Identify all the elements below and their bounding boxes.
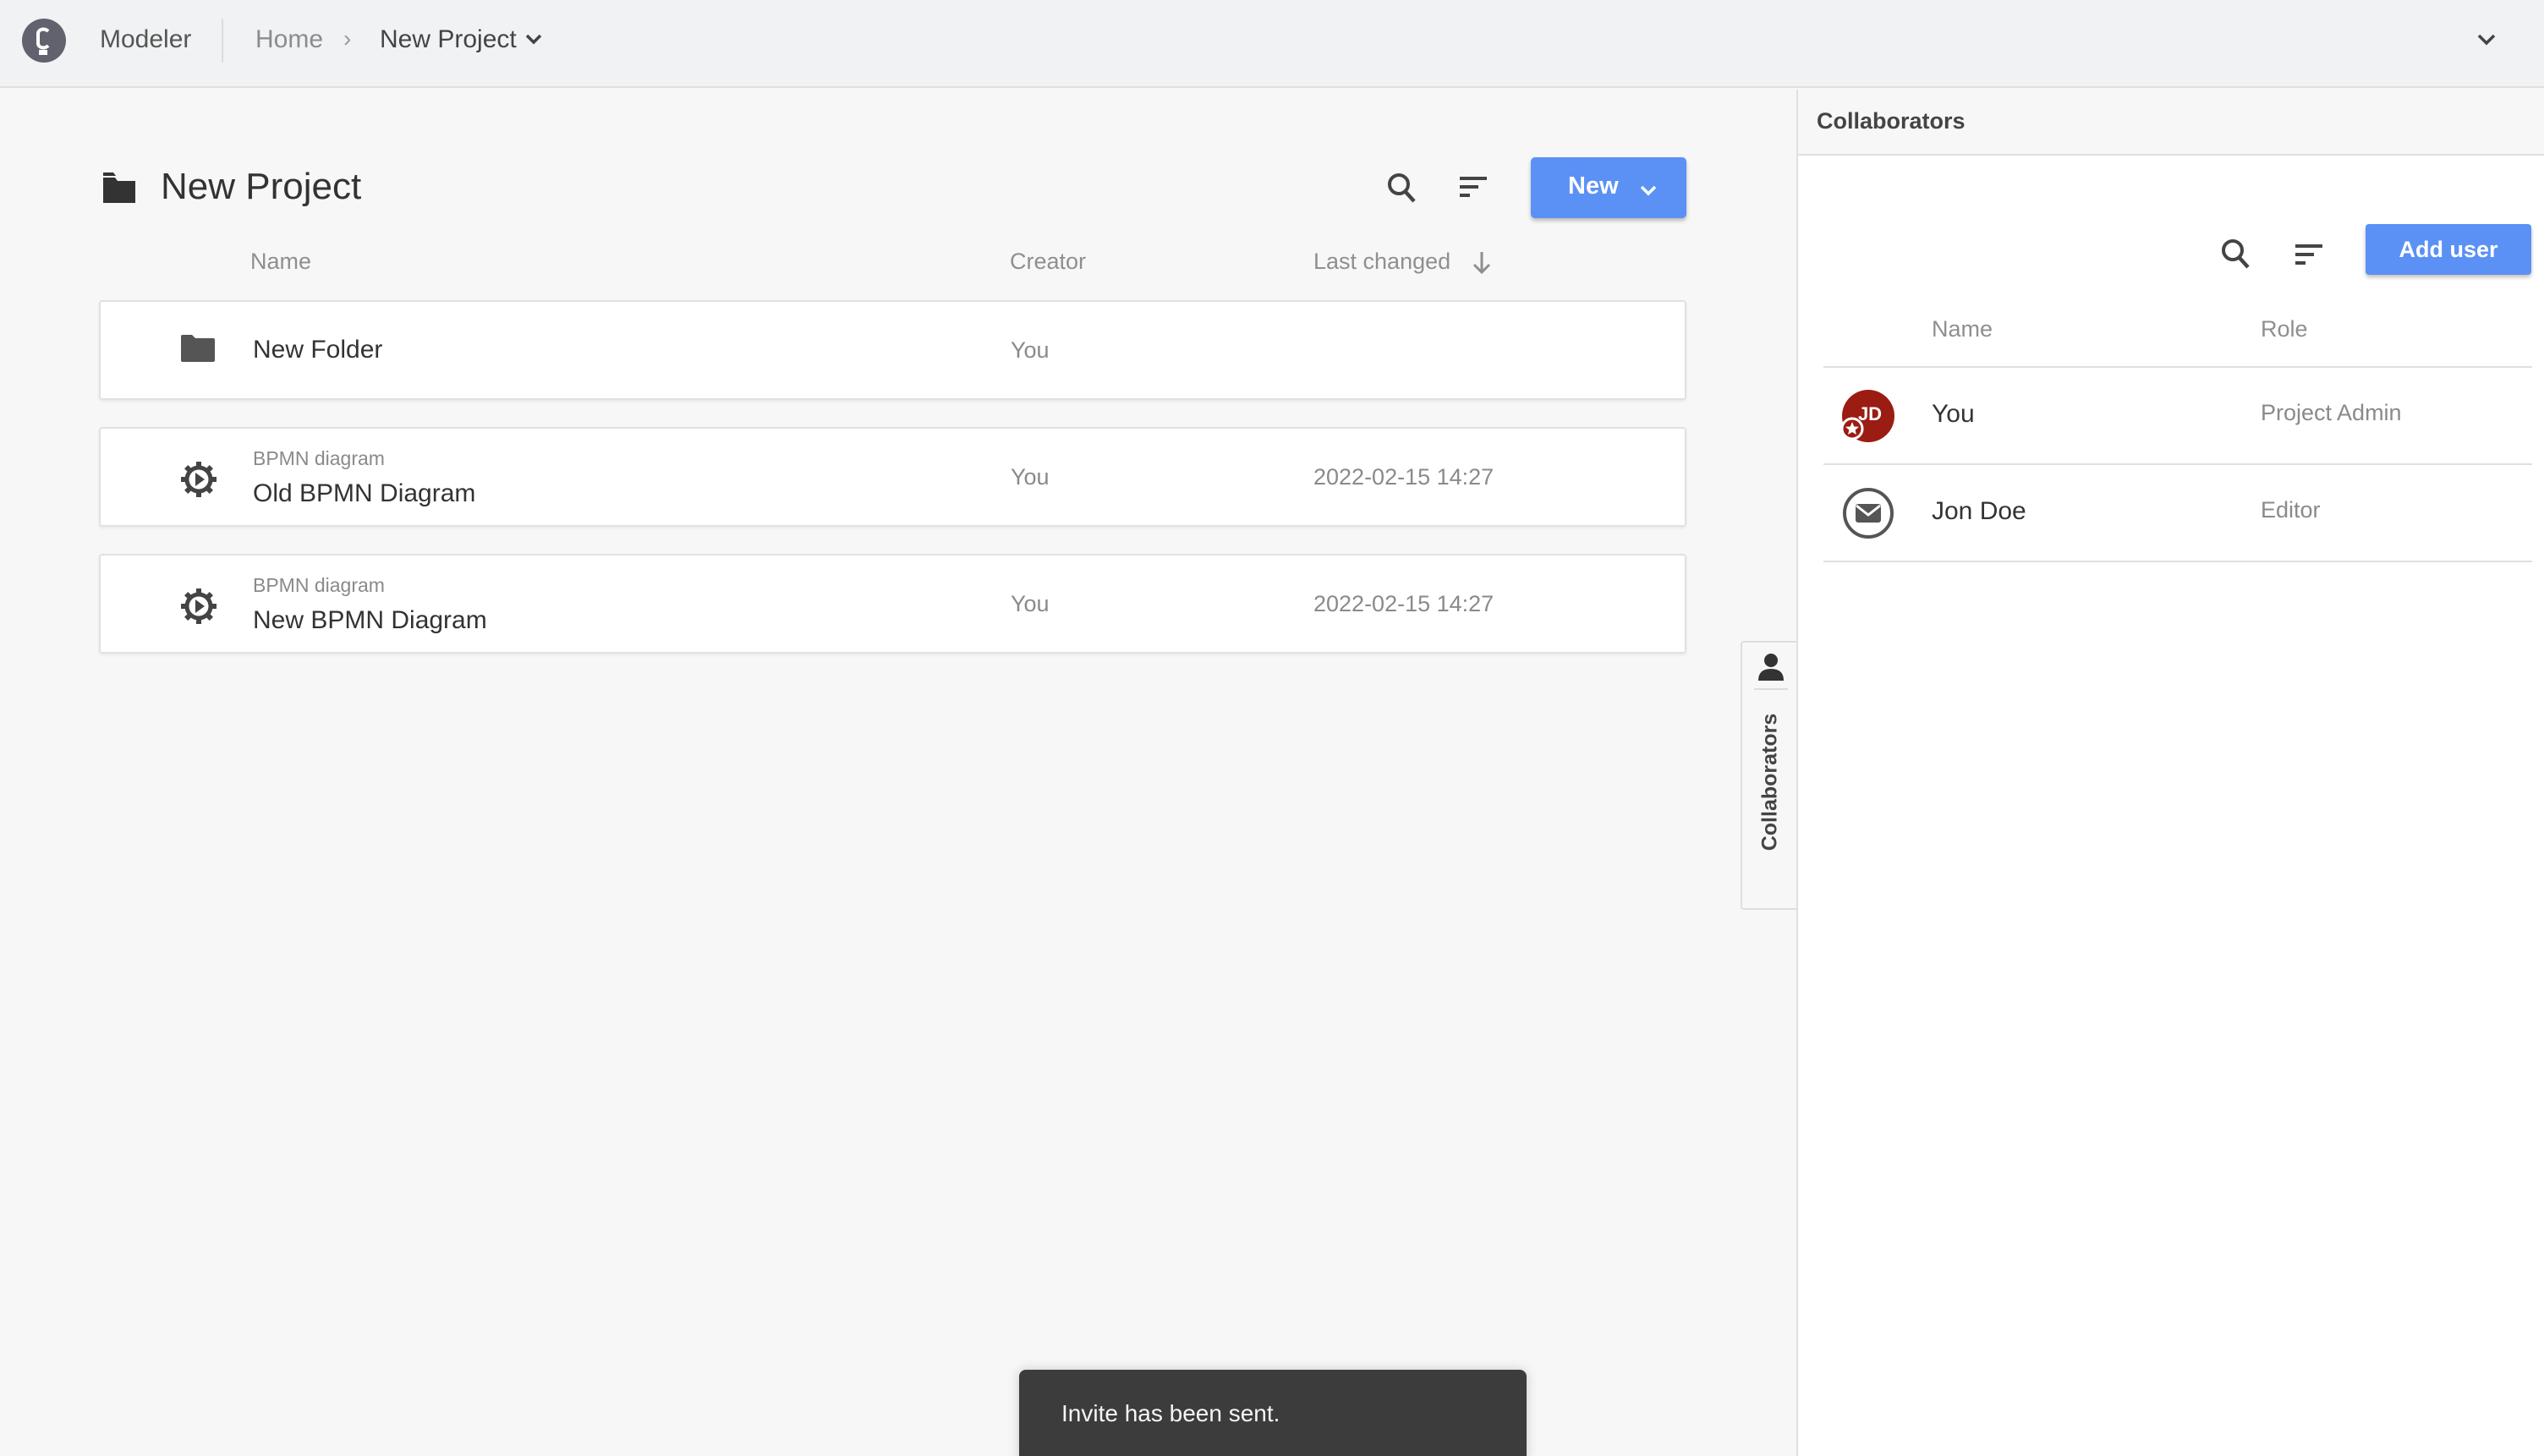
column-header-last-changed[interactable]: Last changed	[1313, 249, 1450, 275]
collaborator-role[interactable]: Project Admin	[2261, 400, 2402, 426]
avatar: JD	[1840, 390, 1894, 445]
sort-icon[interactable]	[1458, 174, 1489, 204]
collaborators-panel-title: Collaborators	[1817, 108, 1966, 134]
project-content: New Project New Name Creator Last change…	[0, 90, 1796, 1456]
add-user-button[interactable]: Add user	[2366, 224, 2531, 275]
item-type: BPMN diagram	[253, 447, 385, 469]
row-divider	[1823, 561, 2532, 562]
chevron-down-icon	[1639, 178, 1658, 205]
star-badge-icon	[1840, 417, 1864, 445]
collaborators-side-tab[interactable]: Collaborators	[1741, 641, 1798, 910]
column-header-name[interactable]: Name	[1932, 316, 1993, 342]
header-divider	[222, 19, 223, 63]
folder-icon	[180, 334, 216, 367]
person-icon	[1757, 653, 1785, 686]
new-button-label: New	[1568, 172, 1619, 200]
item-name: New BPMN Diagram	[253, 606, 487, 634]
side-tab-divider	[1754, 688, 1788, 690]
app-name[interactable]: Modeler	[100, 25, 191, 54]
breadcrumb-home[interactable]: Home	[255, 25, 323, 54]
collaborator-name: Jon Doe	[1932, 497, 2026, 525]
item-last-changed: 2022-02-15 14:27	[1313, 591, 1494, 616]
list-item[interactable]: BPMN diagram New BPMN Diagram You 2022-0…	[99, 554, 1686, 654]
collaborator-name: You	[1932, 400, 1975, 428]
item-name: New Folder	[253, 336, 383, 364]
collaborator-row[interactable]: JD You Project Admin	[1823, 368, 2532, 464]
item-creator: You	[1011, 337, 1050, 363]
list-item[interactable]: New Folder You	[99, 300, 1686, 400]
envelope-icon	[1842, 487, 1894, 544]
breadcrumb-separator: ›	[343, 25, 352, 52]
item-name: Old BPMN Diagram	[253, 479, 476, 507]
chevron-down-icon[interactable]	[2476, 32, 2497, 52]
collaborator-role[interactable]: Editor	[2261, 497, 2321, 523]
top-navbar: Modeler Home › New Project	[0, 0, 2544, 88]
collaborators-panel-header: Collaborators	[1798, 90, 2544, 156]
camunda-logo-icon[interactable]	[22, 19, 66, 63]
item-creator: You	[1011, 464, 1050, 490]
arrow-down-icon[interactable]	[1472, 250, 1492, 280]
collaborators-panel: Collaborators	[1796, 90, 2544, 1456]
column-header-role[interactable]: Role	[2261, 316, 2308, 342]
collaborator-row[interactable]: Jon Doe Editor	[1823, 465, 2532, 561]
search-icon[interactable]	[2221, 238, 2251, 275]
sort-icon[interactable]	[2294, 242, 2324, 271]
search-icon[interactable]	[1387, 172, 1417, 209]
toast-message: Invite has been sent.	[1061, 1400, 1280, 1426]
chevron-down-icon[interactable]	[524, 32, 543, 52]
toast-notification: Invite has been sent.	[1019, 1370, 1527, 1456]
column-header-name[interactable]: Name	[250, 249, 311, 275]
page-title: New Project	[161, 166, 362, 207]
bpmn-gear-play-icon	[180, 588, 217, 629]
list-item[interactable]: BPMN diagram Old BPMN Diagram You 2022-0…	[99, 427, 1686, 527]
new-button[interactable]: New	[1531, 157, 1686, 218]
breadcrumb-current-project[interactable]: New Project	[380, 25, 517, 54]
side-tab-label: Collaborators	[1757, 713, 1782, 851]
item-creator: You	[1011, 591, 1050, 616]
side-tab-label-wrap: Collaborators	[1747, 702, 1793, 862]
folder-open-icon	[101, 171, 137, 209]
column-header-creator[interactable]: Creator	[1010, 249, 1086, 275]
item-type: BPMN diagram	[253, 574, 385, 596]
bpmn-gear-play-icon	[180, 461, 217, 502]
item-last-changed: 2022-02-15 14:27	[1313, 464, 1494, 490]
